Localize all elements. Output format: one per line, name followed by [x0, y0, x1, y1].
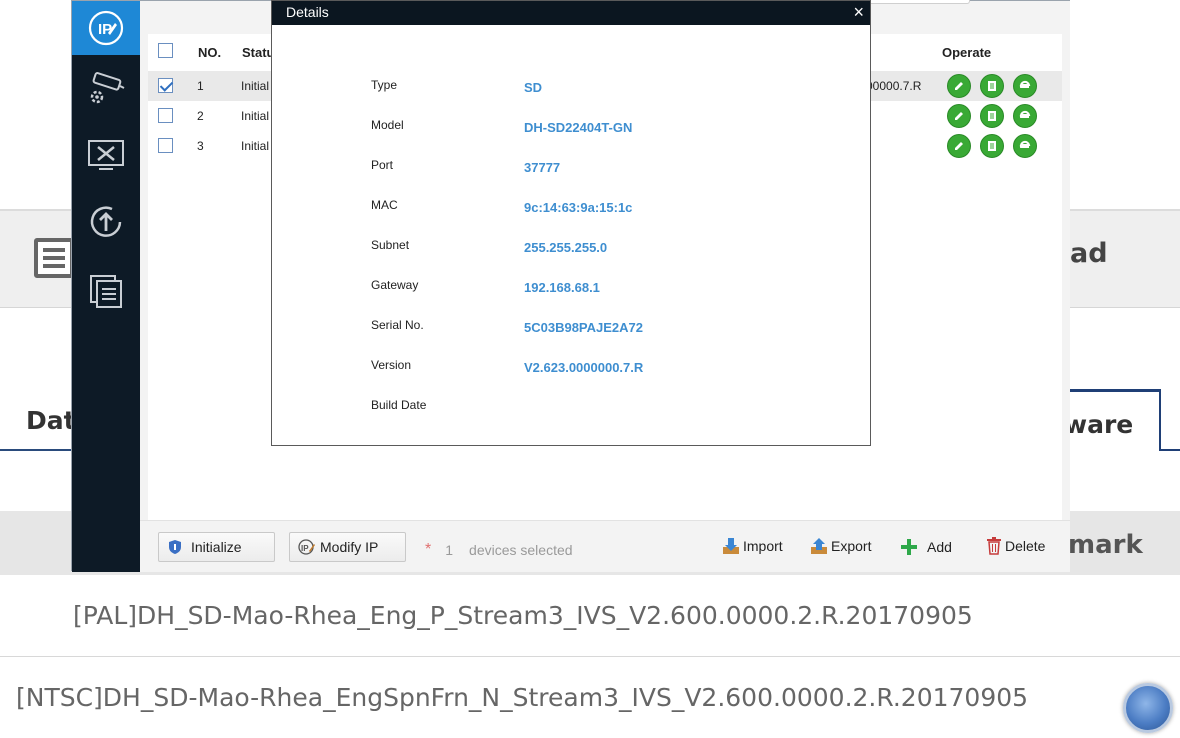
tab-firmware-label: ware	[1064, 410, 1134, 439]
initialize-button[interactable]: Initialize	[158, 532, 275, 562]
field-label-mac: MAC	[371, 198, 398, 212]
row-no: 2	[197, 109, 204, 123]
row-checkbox[interactable]	[158, 138, 173, 153]
edit-icon[interactable]	[947, 134, 971, 158]
ip-logo-icon: IP	[88, 10, 124, 46]
tab-data[interactable]: Dat	[0, 390, 76, 451]
sidebar-item-ip[interactable]: IP	[72, 1, 140, 55]
ip-logo-text: IP	[98, 21, 112, 38]
export-label: Export	[831, 538, 872, 554]
remark-column-header: mark	[1068, 530, 1143, 560]
tab-underline	[1160, 449, 1180, 451]
select-all-checkbox[interactable]	[158, 43, 173, 58]
field-label-type: Type	[371, 78, 398, 92]
field-value-type: SD	[524, 80, 543, 95]
edit-icon[interactable]	[947, 104, 971, 128]
export-button[interactable]: Export	[810, 537, 871, 555]
firmware-row[interactable]: [PAL]DH_SD-Mao-Rhea_Eng_P_Stream3_IVS_V2…	[0, 575, 1180, 657]
header-no: NO.	[198, 45, 222, 60]
field-value-model: DH-SD22404T-GN	[524, 120, 633, 135]
selected-text: devices selected	[469, 542, 573, 558]
field-value-version: V2.623.0000000.7.R	[524, 360, 644, 375]
firmware-row[interactable]: [NTSC]DH_SD-Mao-Rhea_EngSpnFrn_N_Stream3…	[0, 657, 1180, 738]
field-value-subnet: 255.255.255.0	[524, 240, 608, 255]
web-icon[interactable]	[1013, 104, 1037, 128]
row-operations	[947, 134, 1037, 158]
export-icon	[811, 538, 827, 554]
web-icon[interactable]	[1013, 74, 1037, 98]
required-star: *	[425, 541, 432, 558]
edit-icon[interactable]	[947, 74, 971, 98]
field-label-serial: Serial No.	[371, 318, 424, 332]
dialog-titlebar[interactable]: Details ×	[272, 1, 870, 25]
tab-data-label: Dat	[26, 406, 76, 435]
svg-text:IP: IP	[301, 544, 309, 553]
row-operations	[947, 104, 1037, 128]
field-label-version: Version	[371, 358, 412, 372]
row-no: 3	[197, 139, 204, 153]
field-label-subnet: Subnet	[371, 238, 410, 252]
ip-edit-icon: IP	[298, 539, 315, 555]
row-checkbox[interactable]	[158, 108, 173, 123]
trash-icon	[987, 537, 1001, 555]
tab-firmware[interactable]: ware	[1064, 389, 1161, 451]
import-button[interactable]: Import	[722, 537, 783, 555]
header-operate: Operate	[942, 45, 992, 60]
field-value-mac: 9c:14:63:9a:15:1c	[524, 200, 633, 215]
delete-label: Delete	[1005, 538, 1046, 554]
sidebar-item-tools[interactable]	[72, 128, 140, 182]
row-operations	[947, 74, 1037, 98]
row-checkbox[interactable]	[158, 78, 173, 93]
header-status: Statu	[242, 45, 275, 60]
upgrade-icon	[90, 206, 122, 237]
details-dialog: Details × Type SD Model DH-SD22404T-GN P…	[271, 0, 871, 446]
modify-ip-button[interactable]: IP Modify IP	[289, 532, 406, 562]
field-value-gateway: 192.168.68.1	[524, 280, 600, 295]
document-list-icon	[90, 275, 122, 308]
dialog-title: Details	[286, 4, 329, 20]
sidebar-item-documents[interactable]	[72, 264, 140, 318]
camera-settings-icon	[90, 72, 125, 104]
import-icon	[723, 538, 739, 554]
initialize-label: Initialize	[191, 539, 242, 555]
shield-icon	[169, 540, 181, 554]
field-label-port: Port	[371, 158, 394, 172]
field-label-gateway: Gateway	[371, 278, 419, 292]
details-icon[interactable]	[980, 74, 1004, 98]
add-label: Add	[927, 539, 952, 555]
sidebar-item-upgrade[interactable]	[72, 195, 140, 249]
firmware-name[interactable]: [NTSC]DH_SD-Mao-Rhea_EngSpnFrn_N_Stream3…	[16, 683, 1028, 712]
details-icon[interactable]	[980, 104, 1004, 128]
firmware-name[interactable]: [PAL]DH_SD-Mao-Rhea_Eng_P_Stream3_IVS_V2…	[73, 601, 973, 630]
modify-ip-label: Modify IP	[320, 539, 379, 555]
sidebar-item-camera-settings[interactable]	[72, 61, 140, 115]
field-label-model: Model	[371, 118, 404, 132]
row-status: Initial	[241, 139, 270, 153]
row-version: 00000.7.R	[866, 79, 922, 93]
delete-button[interactable]: Delete	[986, 537, 1045, 555]
page-nav-label[interactable]: ad	[1070, 238, 1108, 269]
selected-count: 1	[445, 542, 454, 558]
web-icon[interactable]	[1013, 134, 1037, 158]
details-icon[interactable]	[980, 134, 1004, 158]
field-label-build-date: Build Date	[371, 398, 427, 412]
sidebar: IP	[72, 1, 140, 572]
row-no: 1	[197, 79, 204, 93]
search-input[interactable]	[860, 0, 970, 4]
add-button[interactable]: Add	[899, 537, 952, 557]
field-value-port: 37777	[524, 160, 561, 175]
selection-info: * 1 devices selected	[425, 541, 573, 559]
tools-monitor-icon	[88, 140, 124, 170]
document-icon[interactable]	[34, 238, 74, 278]
import-label: Import	[743, 538, 783, 554]
row-status: Initial	[241, 79, 270, 93]
close-icon[interactable]: ×	[853, 1, 864, 23]
plus-icon	[901, 539, 917, 555]
bottom-toolbar: Initialize IP Modify IP * 1 devices sele…	[140, 520, 1070, 572]
floating-action-button[interactable]	[1123, 683, 1173, 733]
field-value-serial: 5C03B98PAJE2A72	[524, 320, 643, 335]
row-status: Initial	[241, 109, 270, 123]
